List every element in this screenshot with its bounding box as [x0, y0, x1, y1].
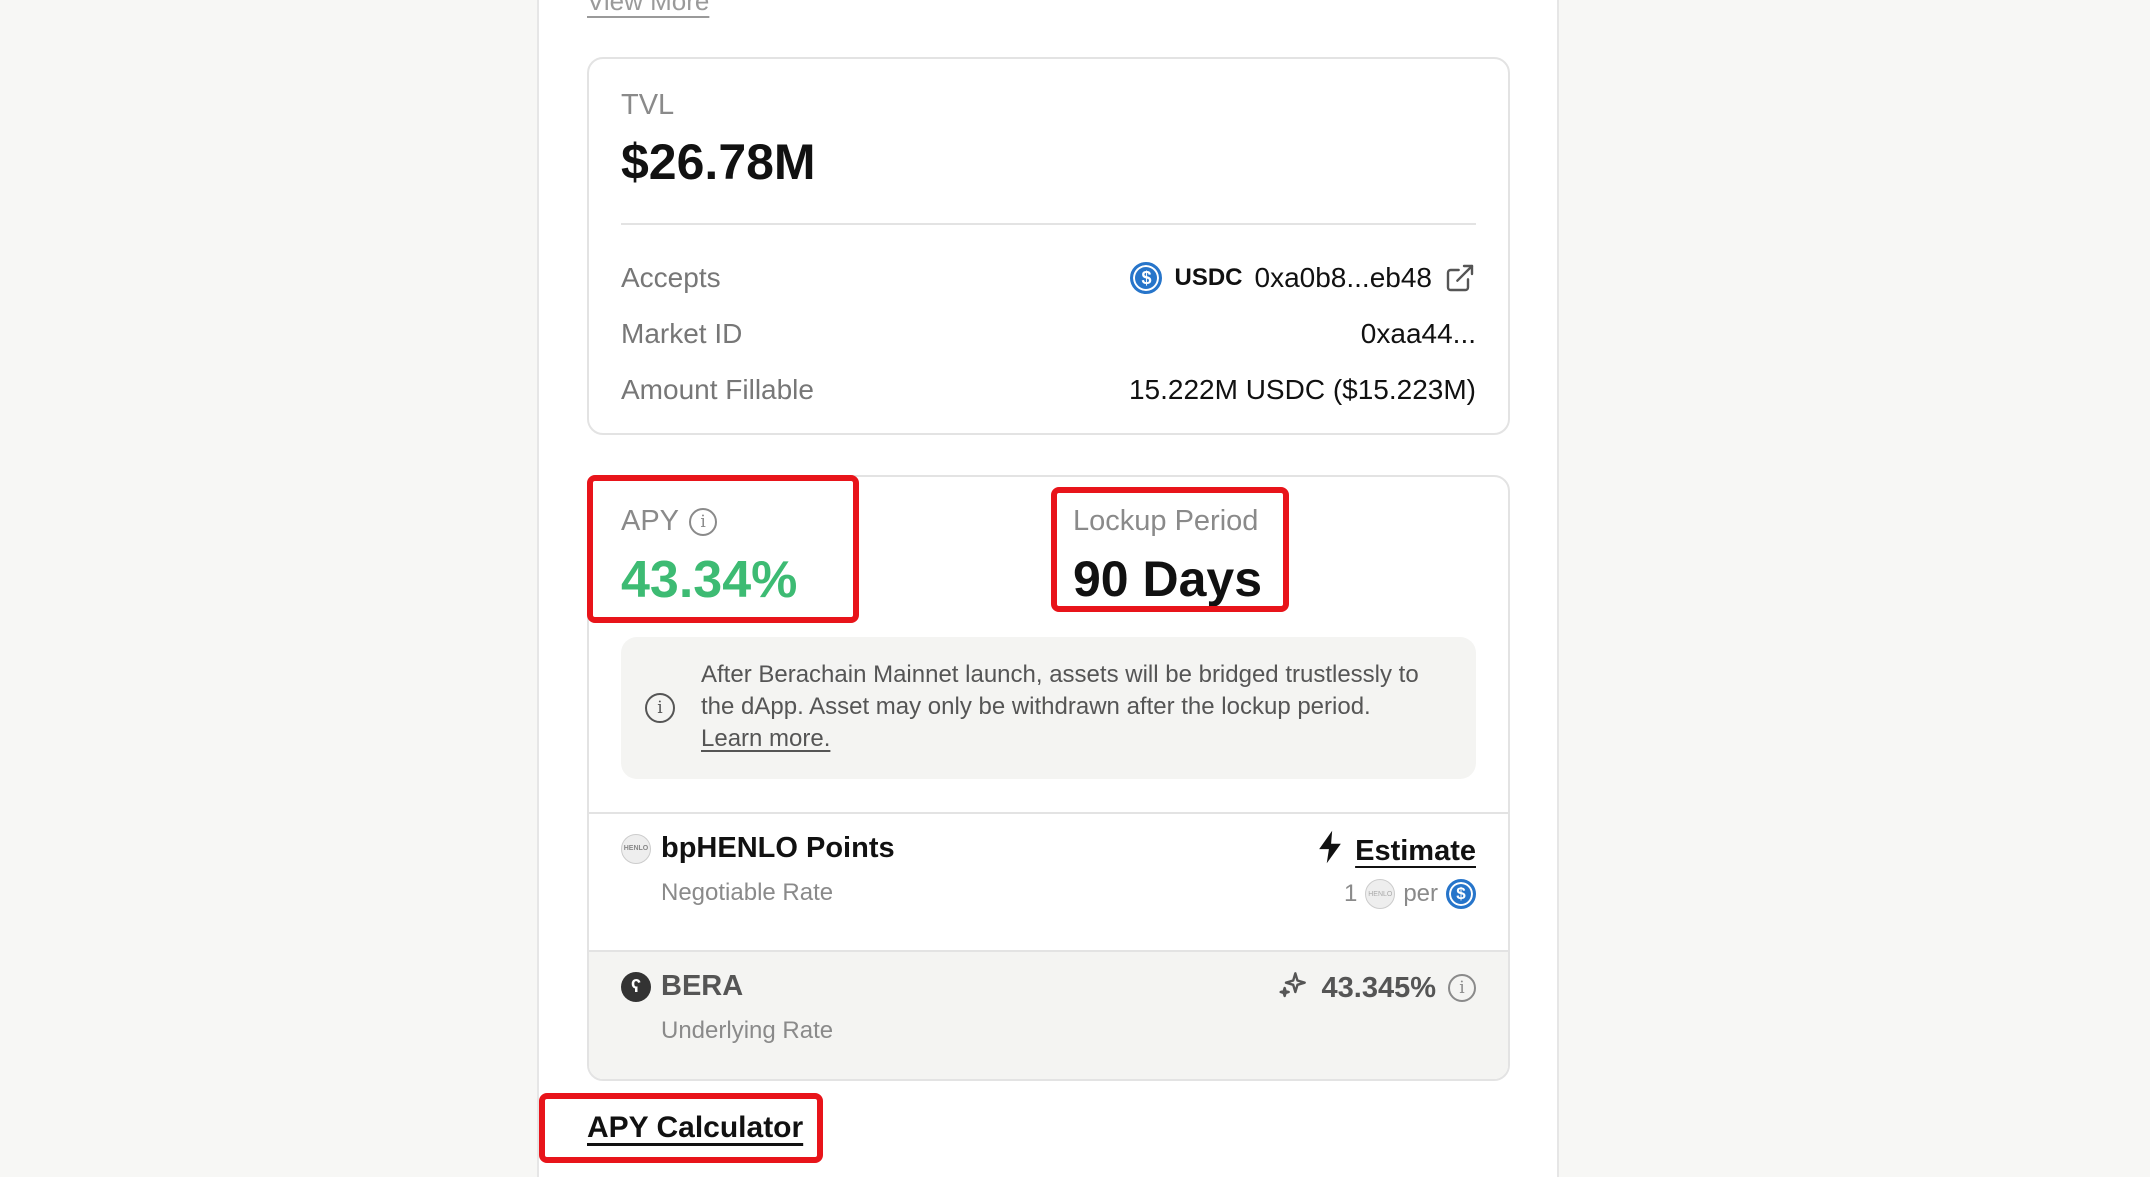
reward-row-bera: ʕ BERA Underlying Rate 43.345% i: [589, 952, 1508, 1079]
lockup-notice: i After Berachain Mainnet launch, assets…: [621, 637, 1476, 779]
info-icon[interactable]: i: [1448, 974, 1476, 1002]
view-more-link[interactable]: View More: [587, 0, 709, 17]
learn-more-link[interactable]: Learn more.: [701, 723, 1456, 755]
apy-calculator-link[interactable]: APY Calculator: [587, 1111, 803, 1145]
info-icon: i: [645, 693, 675, 723]
usdc-icon: $: [1130, 262, 1163, 294]
lightning-icon: [1317, 830, 1343, 872]
sparkle-icon: [1278, 968, 1310, 1008]
notice-text: After Berachain Mainnet launch, assets w…: [701, 659, 1456, 755]
accepts-token: USDC: [1174, 264, 1243, 291]
market-id-row: Market ID 0xaa44...: [621, 314, 1476, 354]
reward-name: HENLO bpHENLO Points: [621, 832, 895, 865]
accepts-row: Accepts $ USDC 0xa0b8...eb48: [621, 258, 1476, 298]
henlo-logo-icon: HENLO: [621, 833, 651, 864]
estimate-action[interactable]: Estimate: [1317, 830, 1476, 872]
reward-row-henlo: HENLO bpHENLO Points Negotiable Rate Est…: [589, 814, 1508, 950]
apy-value: 43.34%: [621, 551, 798, 609]
reward-name-text: bpHENLO Points: [661, 832, 895, 864]
reward-subtitle: Underlying Rate: [661, 1017, 834, 1044]
rate-amount: 1: [1343, 880, 1358, 907]
rate-per: per: [1403, 880, 1438, 907]
amount-fillable-row: Amount Fillable 15.222M USDC ($15.223M): [621, 370, 1476, 410]
lockup-label: Lockup Period: [1073, 505, 1259, 537]
bera-logo-icon: ʕ: [621, 971, 651, 1002]
market-id-label: Market ID: [621, 318, 743, 349]
rates-card: APY i 43.34% Lockup Period 90 Days i Aft…: [587, 475, 1510, 1081]
henlo-token-icon: HENLO: [1365, 879, 1396, 909]
reward-name-text: BERA: [661, 970, 744, 1002]
lockup-value: 90 Days: [1073, 551, 1263, 607]
bera-rate: 43.345% i: [1278, 968, 1476, 1008]
usdc-icon: $: [1446, 879, 1476, 909]
apy-label-text: APY: [621, 505, 680, 537]
bera-rate-value: 43.345%: [1321, 971, 1437, 1004]
accepts-value: $ USDC 0xa0b8...eb48: [1130, 262, 1476, 294]
reward-subtitle: Negotiable Rate: [661, 879, 834, 906]
divider: [621, 223, 1476, 225]
accepts-address: 0xa0b8...eb48: [1254, 262, 1433, 293]
apy-label: APY i: [621, 505, 718, 538]
amount-fillable-value: 15.222M USDC ($15.223M): [1128, 374, 1476, 405]
reward-name: ʕ BERA: [621, 970, 743, 1003]
info-icon[interactable]: i: [689, 507, 718, 536]
estimate-button[interactable]: Estimate: [1355, 835, 1476, 868]
reward-rate: 1 HENLO per $: [1344, 879, 1476, 909]
external-link-icon[interactable]: [1444, 262, 1476, 294]
tvl-value: $26.78M: [621, 134, 816, 190]
notice-body: After Berachain Mainnet launch, assets w…: [701, 661, 1419, 720]
amount-fillable-label: Amount Fillable: [621, 374, 814, 405]
tvl-label: TVL: [621, 89, 675, 121]
market-id-value: 0xaa44...: [1360, 318, 1476, 349]
accepts-label: Accepts: [621, 262, 721, 293]
tvl-card: TVL $26.78M Accepts $ USDC 0xa0b8...eb48…: [587, 57, 1510, 435]
